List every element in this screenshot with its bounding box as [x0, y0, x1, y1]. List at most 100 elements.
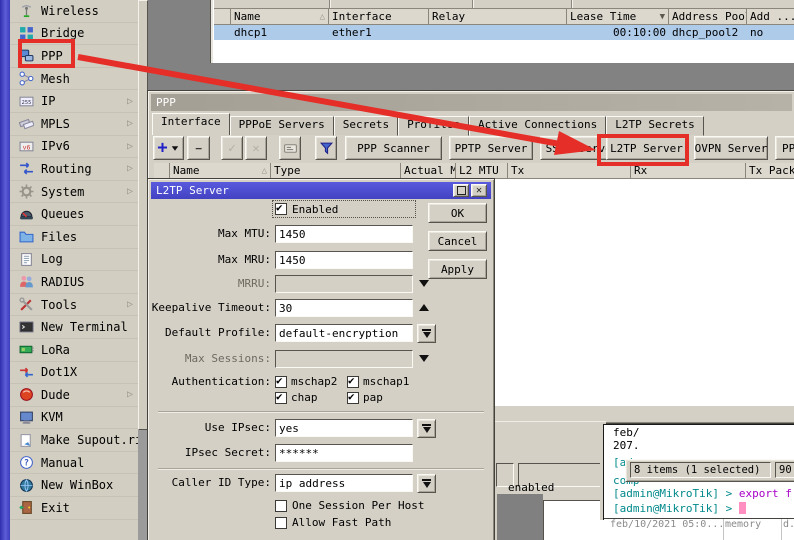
apply-button[interactable]: Apply	[428, 259, 487, 279]
tab-secrets[interactable]: Secrets	[334, 116, 398, 136]
mschap1-checkbox[interactable]	[347, 376, 359, 388]
ppp-scanner-button[interactable]: PPP Scanner	[345, 136, 442, 160]
sidebar-item-mpls[interactable]: MPLS▷	[10, 113, 138, 136]
sidebar-item-tools[interactable]: Tools▷	[10, 294, 138, 317]
max-sessions-dropdown-icon[interactable]	[419, 355, 429, 362]
enabled-checkbox[interactable]	[275, 203, 287, 215]
mrru-input[interactable]	[275, 275, 413, 293]
keepalive-up-icon[interactable]	[419, 304, 429, 311]
remove-button[interactable]: −	[187, 136, 210, 160]
keepalive-label: Keepalive Timeout:	[151, 299, 271, 317]
column-header-relay[interactable]: Relay	[429, 9, 567, 25]
column-header-l2-mtu[interactable]: L2 MTU	[456, 163, 508, 179]
use-ipsec-combo-button[interactable]	[417, 419, 436, 438]
one-session-per-host-row[interactable]: One Session Per Host	[275, 499, 424, 512]
one-session-per-host-checkbox[interactable]	[275, 500, 287, 512]
tab-active-connections[interactable]: Active Connections	[469, 116, 606, 136]
caller-id-type-combo-button[interactable]	[417, 474, 436, 493]
column-header-interface[interactable]: Interface	[329, 9, 429, 25]
l2tp-server-button[interactable]: L2TP Server	[606, 136, 687, 160]
column-header-tx[interactable]: Tx	[508, 163, 631, 179]
close-button[interactable]: ✕	[471, 184, 487, 197]
pppoe-service-button[interactable]: PP	[775, 136, 794, 160]
filter-down-icon[interactable]: ▼	[660, 12, 665, 22]
mrru-dropdown-icon[interactable]	[419, 280, 429, 287]
column-header-name[interactable]: Name△	[170, 163, 271, 179]
chevron-right-icon: ▷	[127, 389, 133, 400]
max-mru-input[interactable]	[275, 251, 413, 269]
sidebar-item-dot1x[interactable]: Dot1X	[10, 362, 138, 385]
sidebar-item-log[interactable]: Log	[10, 249, 138, 272]
ok-button[interactable]: OK	[428, 203, 487, 223]
sidebar-item-label: System	[41, 185, 84, 199]
mschap2-checkbox[interactable]	[275, 376, 287, 388]
auth-option-pap[interactable]: pap	[347, 391, 383, 404]
terminal-icon	[19, 320, 34, 335]
sidebar-item-system[interactable]: System▷	[10, 181, 138, 204]
keepalive-input[interactable]	[275, 299, 413, 317]
auth-option-mschap2[interactable]: mschap2	[275, 375, 337, 388]
column-header-add[interactable]: Add ...	[747, 9, 794, 25]
sidebar-item-wireless[interactable]: Wireless	[10, 0, 138, 23]
sidebar-item-lora[interactable]: LoRa	[10, 339, 138, 362]
sidebar-item-ppp[interactable]: PPP	[10, 45, 138, 68]
cancel-button[interactable]: Cancel	[428, 231, 487, 251]
sidebar-item-ip[interactable]: 255IP▷	[10, 90, 138, 113]
sidebar-item-manual[interactable]: ?Manual	[10, 452, 138, 475]
column-header-address-pool[interactable]: Address Pool	[669, 9, 747, 25]
default-profile-input[interactable]	[275, 324, 413, 342]
sidebar-item-mesh[interactable]: Mesh	[10, 68, 138, 91]
pap-checkbox[interactable]	[347, 392, 359, 404]
comment-button[interactable]	[279, 136, 301, 160]
dhcp-table-row-selected[interactable]: dhcp1 ether1 00:10:00 dhcp_pool2 no	[214, 25, 794, 40]
column-header-tx-packet[interactable]: Tx Packet	[746, 163, 794, 179]
plus-icon: +	[157, 141, 167, 155]
max-mtu-input[interactable]	[275, 225, 413, 243]
column-header-type[interactable]: Type	[271, 163, 401, 179]
caller-id-type-input[interactable]	[275, 474, 413, 492]
column-header-lease-time[interactable]: Lease Time▼	[567, 9, 669, 25]
sidebar-item-dude[interactable]: Dude▷	[10, 384, 138, 407]
column-header-actual-mtu[interactable]: Actual MTU	[401, 163, 456, 179]
ovpn-server-button[interactable]: OVPN Server	[694, 136, 768, 160]
enabled-label: Enabled	[292, 203, 338, 216]
disable-button[interactable]: ✕	[245, 136, 267, 160]
tab-pppoe-servers[interactable]: PPPoE Servers	[230, 116, 334, 136]
default-profile-combo-button[interactable]	[417, 324, 436, 343]
sidebar-item-routing[interactable]: Routing▷	[10, 158, 138, 181]
sort-ascending-icon[interactable]: △	[262, 166, 267, 176]
column-header-name[interactable]: Name△	[231, 9, 329, 25]
chap-checkbox[interactable]	[275, 392, 287, 404]
maximize-button[interactable]	[453, 184, 469, 197]
ipsec-secret-input[interactable]	[275, 444, 413, 462]
add-button[interactable]: +	[153, 136, 184, 160]
log-window-fragment: feb/10/2021 05:0... memory d...	[604, 518, 794, 540]
sidebar-item-radius[interactable]: RADIUS	[10, 271, 138, 294]
sidebar-item-queues[interactable]: Queues	[10, 203, 138, 226]
filter-button[interactable]	[315, 136, 337, 160]
sidebar-item-new-winbox[interactable]: New WinBox	[10, 474, 138, 497]
sidebar-item-kvm[interactable]: KVM	[10, 407, 138, 430]
use-ipsec-input[interactable]	[275, 419, 413, 437]
enable-button[interactable]: ✓	[221, 136, 243, 160]
max-sessions-input[interactable]	[275, 350, 413, 368]
sidebar-item-new-terminal[interactable]: New Terminal	[10, 316, 138, 339]
sidebar-item-make-supout[interactable]: Make Supout.rif	[10, 429, 138, 452]
items-count-field: 8 items (1 selected)	[630, 462, 771, 478]
pptp-server-button[interactable]: PPTP Server	[449, 136, 533, 160]
tab-interface[interactable]: Interface	[152, 113, 230, 135]
sidebar-item-files[interactable]: Files	[10, 226, 138, 249]
sidebar-item-bridge[interactable]: Bridge	[10, 23, 138, 46]
auth-option-mschap1[interactable]: mschap1	[347, 375, 409, 388]
dot1x-icon	[19, 365, 34, 380]
auth-option-chap[interactable]: chap	[275, 391, 318, 404]
tab-l2tp-secrets[interactable]: L2TP Secrets	[606, 116, 703, 136]
sidebar-item-ipv6[interactable]: v6IPv6▷	[10, 136, 138, 159]
sidebar-item-exit[interactable]: Exit	[10, 497, 138, 520]
column-header-rx[interactable]: Rx	[631, 163, 746, 179]
sort-ascending-icon[interactable]: △	[320, 12, 325, 22]
allow-fast-path-row[interactable]: Allow Fast Path	[275, 516, 391, 529]
allow-fast-path-checkbox[interactable]	[275, 517, 287, 529]
tab-profiles[interactable]: Profiles	[398, 116, 469, 136]
column-label: L2 MTU	[459, 164, 499, 177]
